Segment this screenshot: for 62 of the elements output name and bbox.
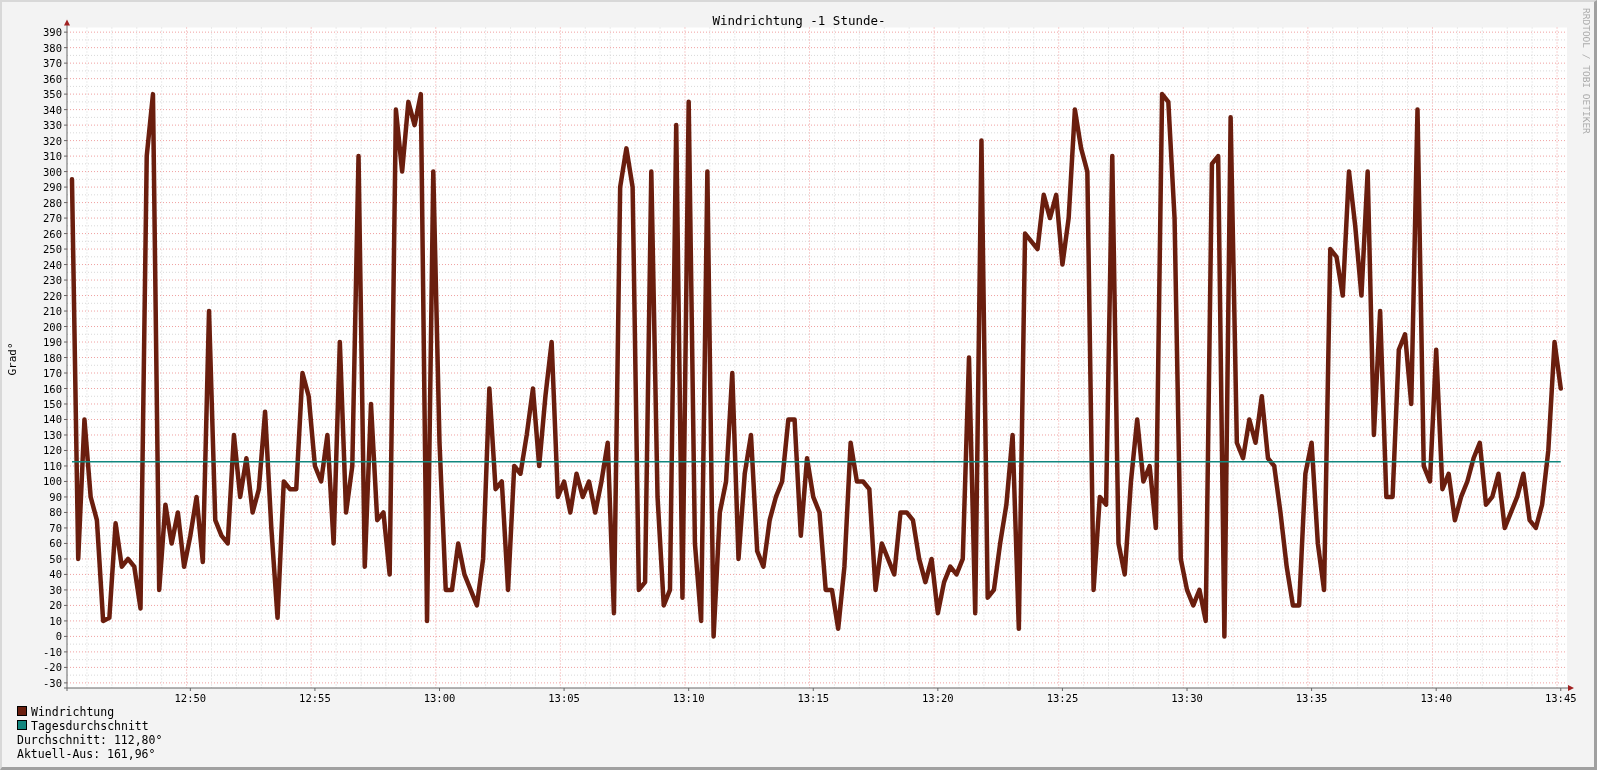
axis-tick-label: 13:10 (672, 692, 705, 704)
axis-tick-label: 330 (43, 119, 62, 132)
axis-tick-label: 220 (43, 289, 62, 302)
axis-tick-label: 13:15 (797, 692, 830, 704)
axis-tick-label: 140 (43, 413, 62, 426)
axis-tick-label: 170 (43, 367, 62, 379)
axis-tick-label: 270 (43, 212, 62, 225)
legend-label: Windrichtung (31, 705, 115, 719)
axis-tick-label: 13:30 (1171, 692, 1203, 704)
axis-tick-label: 70 (49, 521, 62, 534)
axis-tick-label: 13:05 (548, 692, 580, 704)
axis-tick-label: 320 (43, 134, 62, 147)
axis-tick-label: 370 (43, 57, 62, 70)
axis-tick-label: 290 (43, 181, 62, 194)
axis-tick-label: 13:20 (922, 692, 954, 704)
axis-tick-label: 190 (43, 336, 62, 348)
axis-tick-label: 350 (43, 88, 62, 101)
axis-tick-label: 160 (43, 382, 62, 395)
axis-tick-label: 130 (43, 429, 62, 441)
axis-tick-label: 13:25 (1046, 692, 1079, 704)
axis-tick-label: 90 (49, 490, 62, 503)
axis-tick-label: 0 (55, 630, 62, 643)
axis-tick-label: 13:35 (1295, 692, 1328, 704)
axis-tick-label: 390 (43, 26, 62, 39)
axis-tick-label: 150 (43, 398, 62, 410)
axis-tick-label: 13:00 (423, 692, 456, 704)
axis-tick-label: 12:50 (174, 692, 207, 704)
axis-title: Grad° (6, 342, 19, 376)
axis-tick-label: 280 (43, 196, 62, 209)
axis-tick-label: 80 (49, 506, 62, 519)
axis-tick-label: 250 (43, 243, 62, 256)
axis-tick-label: 40 (49, 568, 62, 581)
axis-tick-label: 20 (49, 599, 62, 612)
axis-tick-label: 240 (43, 258, 62, 271)
axis-tick-label: 380 (43, 41, 62, 54)
axis-tick-label: 300 (43, 165, 62, 178)
axis-tick-label: -30 (43, 676, 62, 689)
axis-tick-label: 360 (43, 72, 62, 85)
axis-tick-label: 13:45 (1544, 692, 1577, 704)
axis-tick-label: 110 (43, 459, 62, 472)
axis-tick-label: 340 (43, 103, 62, 116)
legend-note: Durchschnitt: 112,80° (17, 733, 163, 747)
axis-tick-label: 230 (43, 274, 62, 287)
axis-tick-label: 260 (43, 227, 62, 240)
legend-note: Aktuell-Aus: 161,96° (17, 747, 156, 761)
axis-tick-label: 100 (43, 475, 62, 488)
axis-tick-label: 200 (43, 320, 62, 333)
axis-tick-label: 180 (43, 351, 62, 364)
axis-tick-label: 310 (43, 150, 62, 163)
axis-tick-label: 60 (49, 537, 62, 550)
axis-tick-label: -20 (43, 661, 62, 674)
axis-tick-label: 30 (49, 583, 62, 596)
legend-label: Tagesdurchschnitt (31, 719, 149, 733)
axis-tick-label: 12:55 (299, 692, 331, 704)
axis-tick-label: -10 (43, 645, 62, 658)
axis-tick-label: 10 (49, 614, 62, 627)
axis-tick-label: 50 (49, 552, 62, 565)
axis-tick-label: 13:40 (1420, 692, 1452, 704)
chart-title: Windrichtung -1 Stunde- (712, 13, 886, 28)
credit-text: RRDTOOL / TOBI OETIKER (1581, 8, 1592, 134)
axis-tick-label: 120 (43, 444, 62, 457)
axis-tick-label: 210 (43, 305, 62, 318)
